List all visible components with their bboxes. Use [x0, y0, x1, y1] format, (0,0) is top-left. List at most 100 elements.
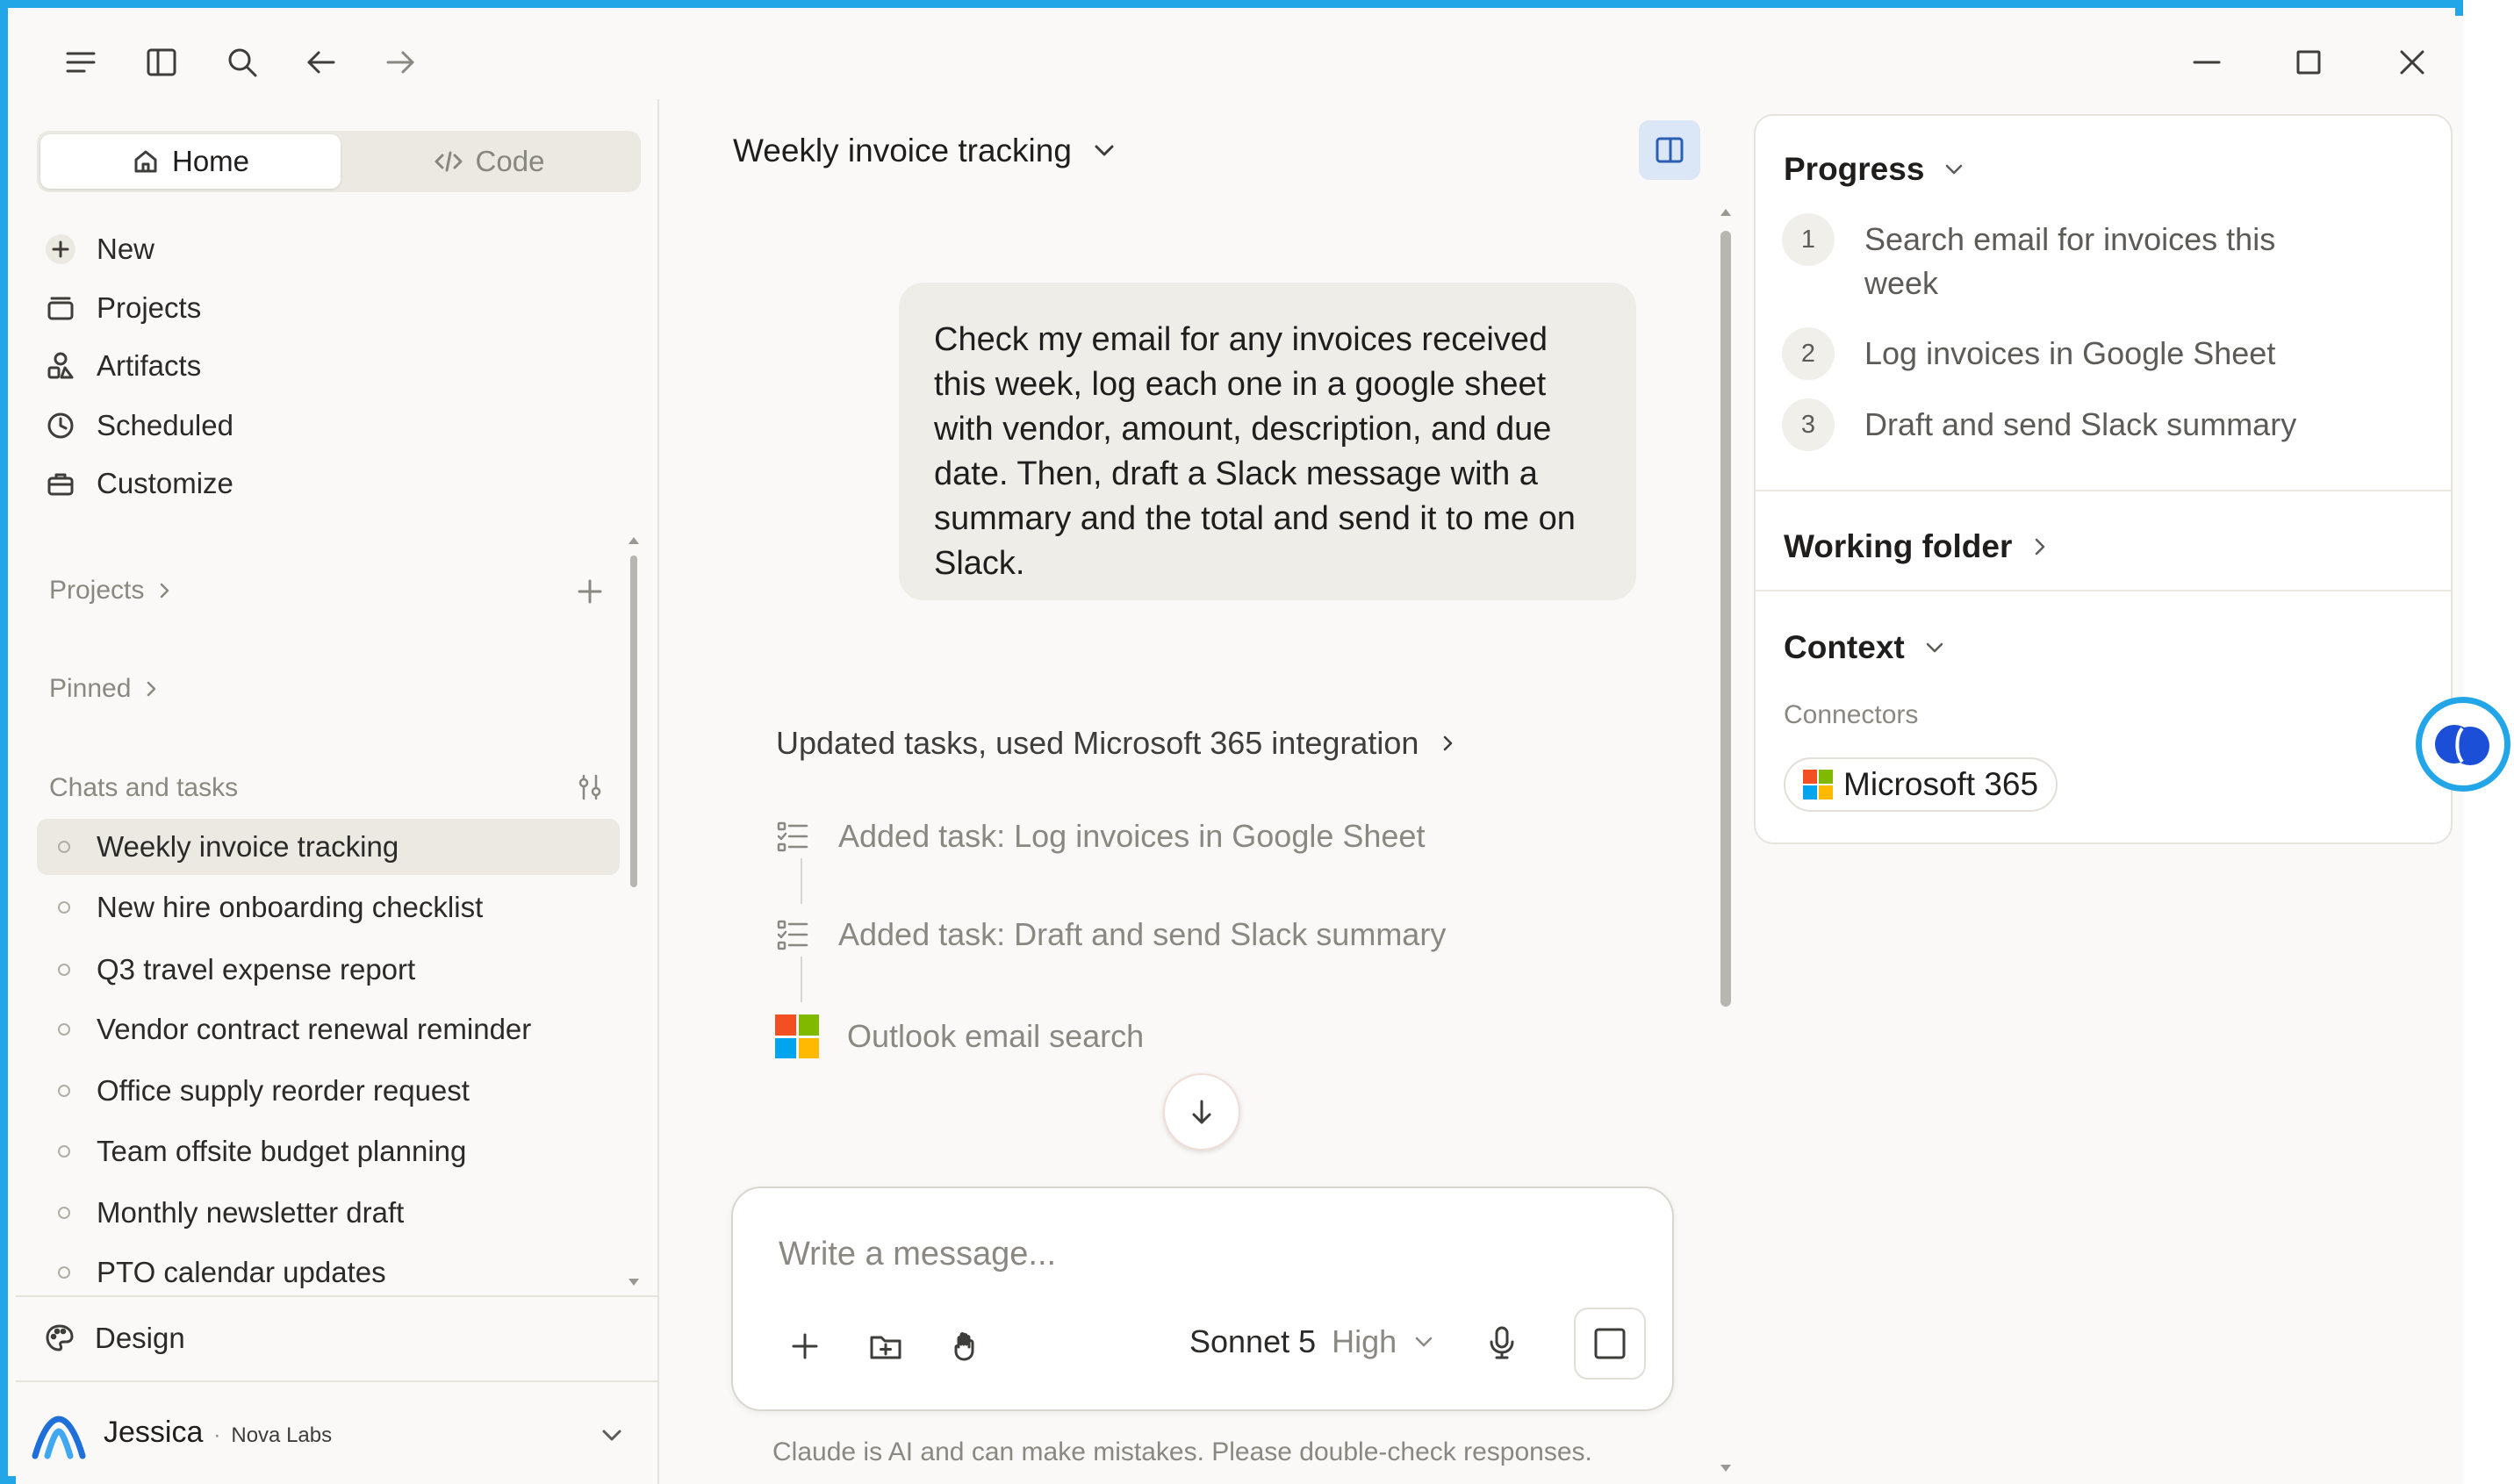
step-text: Log invoices in Google Sheet — [1864, 335, 2276, 371]
stop-square-icon — [1594, 1328, 1626, 1359]
chat-item-weekly-invoice-tracking[interactable]: Weekly invoice tracking — [37, 819, 620, 875]
sidebar-item-artifacts[interactable]: Artifacts — [44, 342, 201, 390]
minimize-icon[interactable] — [2180, 39, 2233, 85]
add-folder-icon[interactable] — [859, 1320, 912, 1373]
chevron-right-icon — [2029, 536, 2051, 557]
home-icon — [132, 147, 160, 176]
chevron-right-icon — [154, 581, 174, 600]
microsoft-logo-icon — [1803, 770, 1833, 799]
forward-arrow-icon[interactable] — [377, 39, 423, 85]
add-attachment-icon[interactable] — [779, 1320, 831, 1373]
side-panel-toggle[interactable] — [1639, 120, 1700, 180]
chat-item-label: Vendor contract renewal reminder — [97, 1013, 532, 1045]
progress-step: 2 Log invoices in Google Sheet — [1782, 327, 2276, 380]
tool-activity-summary[interactable]: Updated tasks, used Microsoft 365 integr… — [776, 725, 1457, 762]
chat-title-dropdown[interactable]: Weekly invoice tracking — [733, 133, 1117, 169]
stop-button[interactable] — [1574, 1308, 1646, 1380]
step-connector — [801, 858, 802, 904]
overlapping-circles-icon — [2435, 725, 2489, 765]
connector-chip-microsoft-365[interactable]: Microsoft 365 — [1784, 757, 2058, 812]
pinned-section-header[interactable]: Pinned — [49, 667, 161, 711]
divider — [1756, 590, 2451, 591]
user-separator: · — [213, 1423, 221, 1447]
scroll-down-icon[interactable] — [628, 1278, 640, 1287]
divider — [1756, 490, 2451, 491]
message-composer: Write a message... Sonnet 5 High — [731, 1186, 1674, 1411]
back-arrow-icon[interactable] — [298, 39, 344, 85]
chat-status-dot — [58, 1023, 70, 1036]
user-message-bubble: Check my email for any invoices received… — [899, 283, 1636, 600]
microphone-icon[interactable] — [1476, 1316, 1528, 1369]
user-profile-row[interactable]: Jessica · Nova Labs — [16, 1380, 657, 1484]
app-window-frame: Home Code New Projects Artifacts Schedul… — [0, 0, 2463, 1484]
sidebar-item-customize[interactable]: Customize — [44, 460, 233, 507]
chat-item[interactable]: Office supply reorder request — [37, 1063, 620, 1119]
tab-home-label: Home — [171, 145, 250, 177]
chevron-down-icon — [1942, 157, 1966, 182]
disclaimer-text: Claude is AI and can make mistakes. Plea… — [772, 1437, 1592, 1466]
briefcase-icon — [44, 467, 77, 500]
chats-section-label: Chats and tasks — [49, 773, 239, 802]
context-header[interactable]: Context — [1784, 629, 1947, 666]
chevron-down-icon — [1091, 138, 1117, 164]
connector-name: Microsoft 365 — [1843, 766, 2039, 802]
sidebar-scrollbar[interactable] — [630, 556, 637, 887]
message-input[interactable]: Write a message... — [779, 1236, 1056, 1273]
close-icon[interactable] — [2386, 39, 2439, 85]
floating-assistant-button[interactable] — [2416, 697, 2510, 792]
step-label: Outlook email search — [847, 1018, 1145, 1054]
working-folder-header[interactable]: Working folder — [1784, 528, 2051, 565]
step-text: Search email for invoices this week — [1864, 221, 2276, 301]
projects-section-label: Projects — [49, 576, 145, 605]
chat-status-dot — [58, 901, 70, 914]
sidebar-toggle-icon[interactable] — [139, 39, 184, 85]
sidebar-item-design[interactable]: Design — [16, 1295, 657, 1380]
chat-item[interactable]: New hire onboarding checklist — [37, 879, 620, 936]
search-icon[interactable] — [219, 39, 265, 85]
chevron-down-icon[interactable] — [599, 1423, 625, 1449]
chat-item[interactable]: Monthly newsletter draft — [37, 1185, 620, 1241]
grab-hand-icon[interactable] — [940, 1320, 993, 1373]
sidebar-item-new[interactable]: New — [44, 226, 154, 273]
chat-item-label: Weekly invoice tracking — [97, 830, 399, 863]
chat-title: Weekly invoice tracking — [733, 133, 1072, 168]
projects-icon — [44, 291, 77, 325]
step-label: Added task: Draft and send Slack summary — [838, 916, 1447, 952]
maximize-icon[interactable] — [2282, 39, 2335, 85]
tab-code-label: Code — [475, 145, 545, 177]
task-list-icon — [775, 917, 810, 952]
model-selector[interactable]: Sonnet 5 High — [1189, 1323, 1435, 1360]
progress-step: 3 Draft and send Slack summary — [1782, 398, 2297, 451]
tab-code[interactable]: Code — [341, 134, 637, 189]
chat-item[interactable]: Team offsite budget planning — [37, 1123, 620, 1179]
scroll-up-icon[interactable] — [1720, 208, 1732, 217]
user-name: Jessica — [104, 1416, 204, 1449]
progress-title: Progress — [1784, 151, 1925, 187]
scroll-to-bottom-button[interactable] — [1163, 1073, 1240, 1151]
progress-header[interactable]: Progress — [1784, 151, 1966, 188]
scroll-up-icon[interactable] — [628, 536, 640, 545]
model-name: Sonnet 5 — [1189, 1323, 1317, 1359]
sidebar-item-scheduled[interactable]: Scheduled — [44, 402, 233, 449]
chat-item[interactable]: PTO calendar updates — [37, 1244, 620, 1301]
code-icon — [434, 147, 463, 176]
add-project-icon[interactable] — [572, 574, 607, 609]
tab-home[interactable]: Home — [40, 134, 341, 189]
sidebar-item-label: Projects — [97, 291, 202, 324]
filter-icon[interactable] — [572, 770, 607, 805]
chat-status-dot — [58, 1145, 70, 1158]
step-text: Draft and send Slack summary — [1864, 406, 2297, 442]
projects-section-header[interactable]: Projects — [49, 569, 174, 613]
panel-icon — [1656, 137, 1684, 163]
palette-icon — [44, 1323, 75, 1354]
progress-step: 1 Search email for invoices this week — [1782, 213, 2356, 305]
chat-item[interactable]: Vendor contract renewal reminder — [37, 1001, 620, 1057]
sidebar-item-projects[interactable]: Projects — [44, 284, 201, 332]
chat-scrollbar[interactable] — [1720, 231, 1731, 1007]
chat-item[interactable]: Q3 travel expense report — [37, 942, 620, 998]
menu-icon[interactable] — [58, 39, 104, 85]
working-folder-title: Working folder — [1784, 528, 2013, 564]
scroll-down-icon[interactable] — [1720, 1464, 1732, 1473]
connectors-label: Connectors — [1784, 700, 1919, 729]
step-item: Outlook email search — [775, 1014, 1144, 1058]
